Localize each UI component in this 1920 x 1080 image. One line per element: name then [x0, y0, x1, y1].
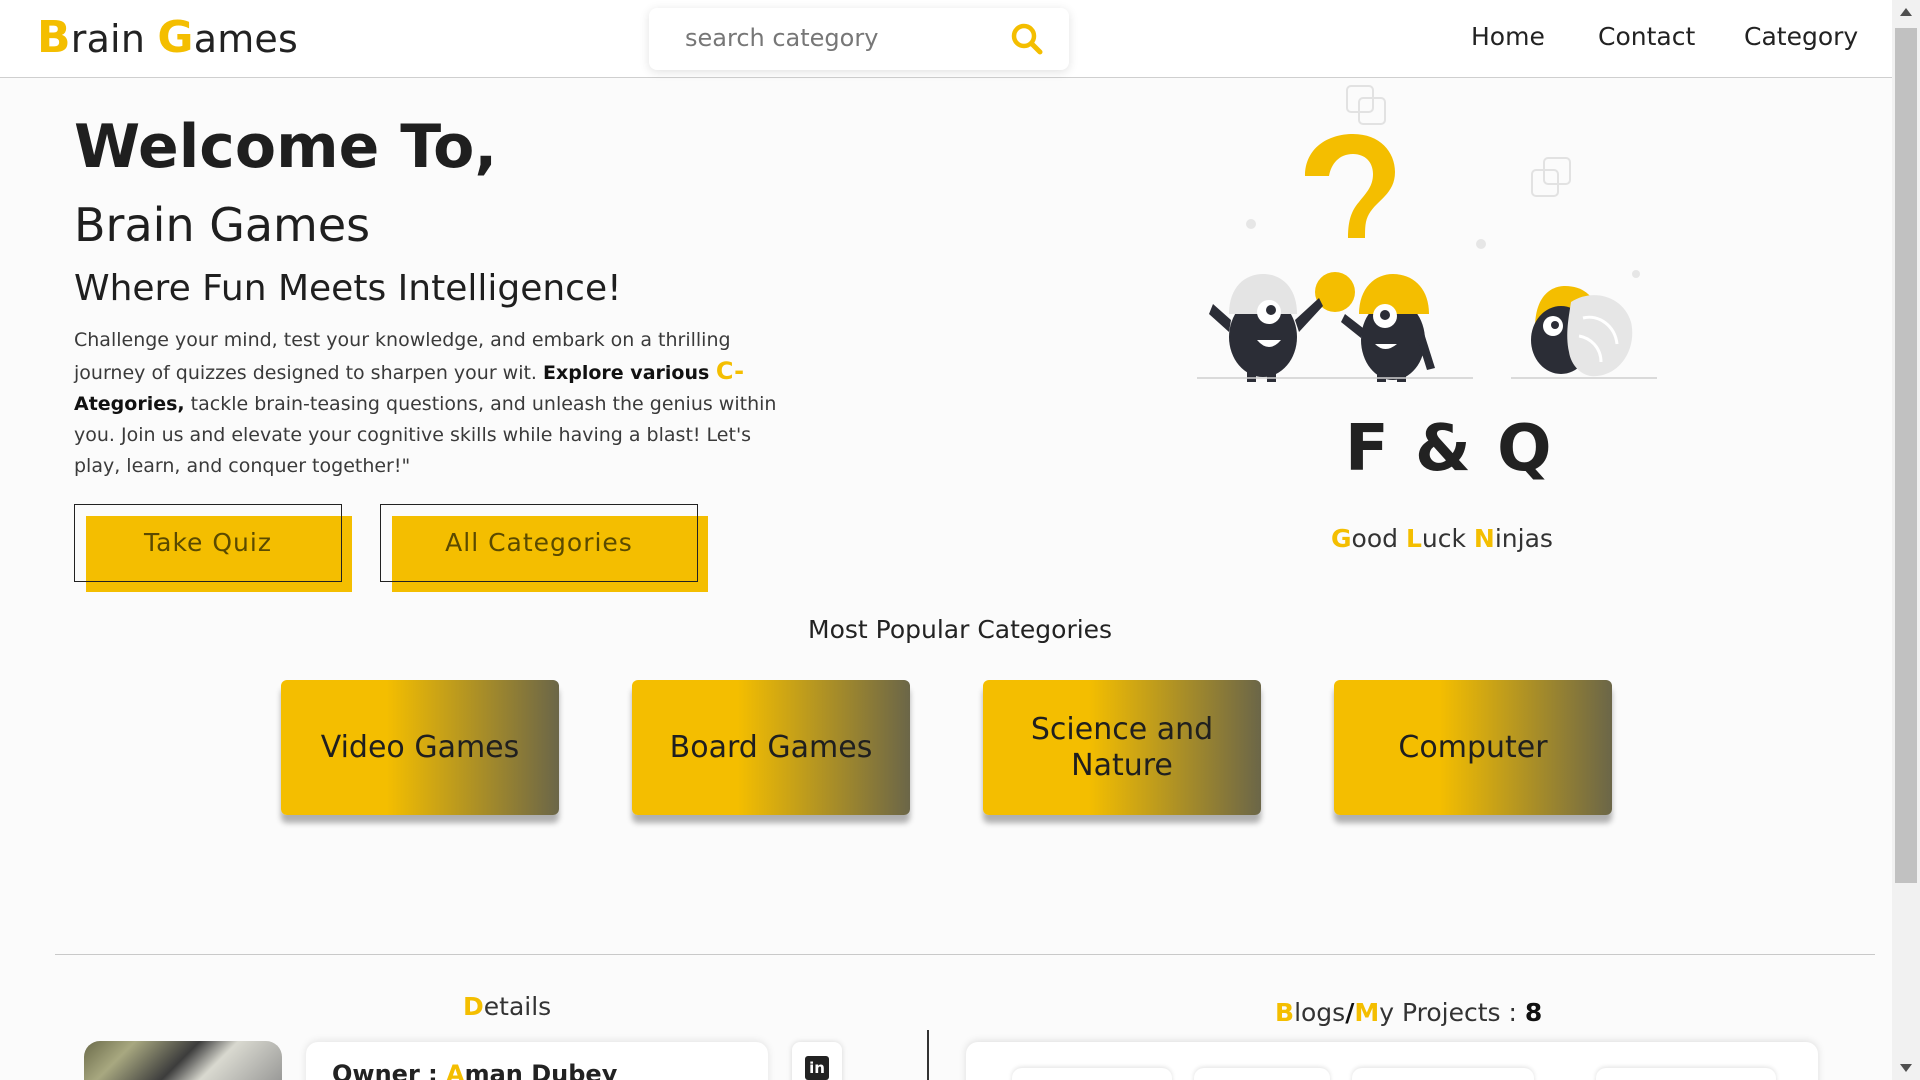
site-logo[interactable]: Brain Games — [37, 12, 298, 63]
popular-categories-title: Most Popular Categories — [808, 615, 1113, 644]
scrollbar-thumb[interactable] — [1895, 28, 1917, 883]
all-categories-label: All Categories — [445, 528, 633, 557]
projects-card — [966, 1042, 1818, 1080]
take-quiz-label: Take Quiz — [144, 528, 272, 557]
gln-letter-g: G — [1331, 524, 1352, 553]
top-header: Brain Games Home Contact Category — [0, 0, 1892, 78]
projects-count: 8 — [1524, 998, 1543, 1027]
fq-heading: F & Q — [1345, 412, 1554, 486]
project-item[interactable] — [1012, 1068, 1172, 1080]
owner-label: Owner : — [332, 1060, 438, 1080]
search-icon[interactable] — [1009, 21, 1045, 57]
logo-text-ames: ames — [193, 17, 298, 61]
tagline-heading: Where Fun Meets Intelligence! — [74, 268, 622, 309]
scroll-up-arrow-icon[interactable] — [1900, 8, 1912, 16]
blogs-projects-title: Blogs/My Projects : 8 — [1275, 998, 1542, 1027]
linkedin-button[interactable]: in — [792, 1042, 842, 1080]
desc-bold-2: Ategories, — [74, 393, 185, 415]
category-label: Computer — [1398, 729, 1548, 765]
linkedin-icon: in — [805, 1056, 829, 1080]
owner-name: Aman Dubey — [446, 1060, 617, 1080]
project-item[interactable] — [1352, 1068, 1534, 1080]
nav-category[interactable]: Category — [1744, 22, 1858, 51]
blogs-text: logs — [1294, 998, 1346, 1027]
search-input[interactable] — [685, 18, 985, 58]
category-card-computer[interactable]: Computer — [1334, 680, 1612, 815]
good-luck-ninjas-text: Good Luck Ninjas — [1331, 524, 1553, 553]
blogs-slash: / — [1345, 998, 1355, 1027]
blogs-letter-b: B — [1275, 998, 1295, 1027]
blogs-projects-text: y Projects : — [1379, 998, 1525, 1027]
details-letter-d: D — [463, 992, 484, 1021]
logo-letter-g: G — [157, 12, 194, 63]
nav-contact[interactable]: Contact — [1598, 22, 1695, 51]
project-item[interactable] — [1596, 1068, 1776, 1080]
question-characters-illustration — [1197, 85, 1657, 382]
gln-text-ood: ood — [1351, 524, 1406, 553]
desc-bold-1: Explore various — [543, 362, 716, 384]
owner-avatar — [84, 1041, 282, 1080]
blogs-letter-m: M — [1354, 998, 1380, 1027]
owner-name-rest: man Dubey — [464, 1060, 618, 1080]
details-title: Details — [463, 992, 551, 1021]
page-scrollbar[interactable] — [1892, 0, 1920, 1080]
desc-c-highlight: C- — [715, 357, 745, 385]
category-label: Science and Nature — [1030, 711, 1214, 783]
brand-heading: Brain Games — [74, 198, 371, 252]
logo-text-rain: rain — [70, 17, 158, 61]
nav-home[interactable]: Home — [1471, 22, 1545, 51]
hero-description: Challenge your mind, test your knowledge… — [74, 325, 789, 482]
all-categories-button[interactable]: All Categories — [380, 504, 708, 592]
scroll-down-arrow-icon[interactable] — [1900, 1064, 1912, 1072]
footer-vertical-divider — [927, 1030, 929, 1080]
project-item[interactable] — [1194, 1068, 1330, 1080]
details-text: etails — [483, 992, 552, 1021]
take-quiz-button[interactable]: Take Quiz — [74, 504, 352, 592]
logo-letter-b: B — [37, 12, 71, 63]
category-card-science-nature[interactable]: Science and Nature — [983, 680, 1261, 815]
gln-letter-n: N — [1473, 524, 1495, 553]
category-label: Board Games — [669, 729, 873, 765]
category-card-board-games[interactable]: Board Games — [632, 680, 910, 815]
gln-letter-l: L — [1405, 524, 1422, 553]
owner-name-initial: A — [446, 1060, 465, 1080]
section-divider — [55, 954, 1875, 955]
search-box — [649, 8, 1069, 70]
category-label: Video Games — [320, 729, 520, 765]
category-card-video-games[interactable]: Video Games — [281, 680, 559, 815]
owner-card: Owner : Aman Dubey — [306, 1042, 768, 1080]
gln-text-injas: injas — [1494, 524, 1553, 553]
gln-text-uck: uck — [1421, 524, 1474, 553]
welcome-heading: Welcome To, — [74, 112, 498, 182]
